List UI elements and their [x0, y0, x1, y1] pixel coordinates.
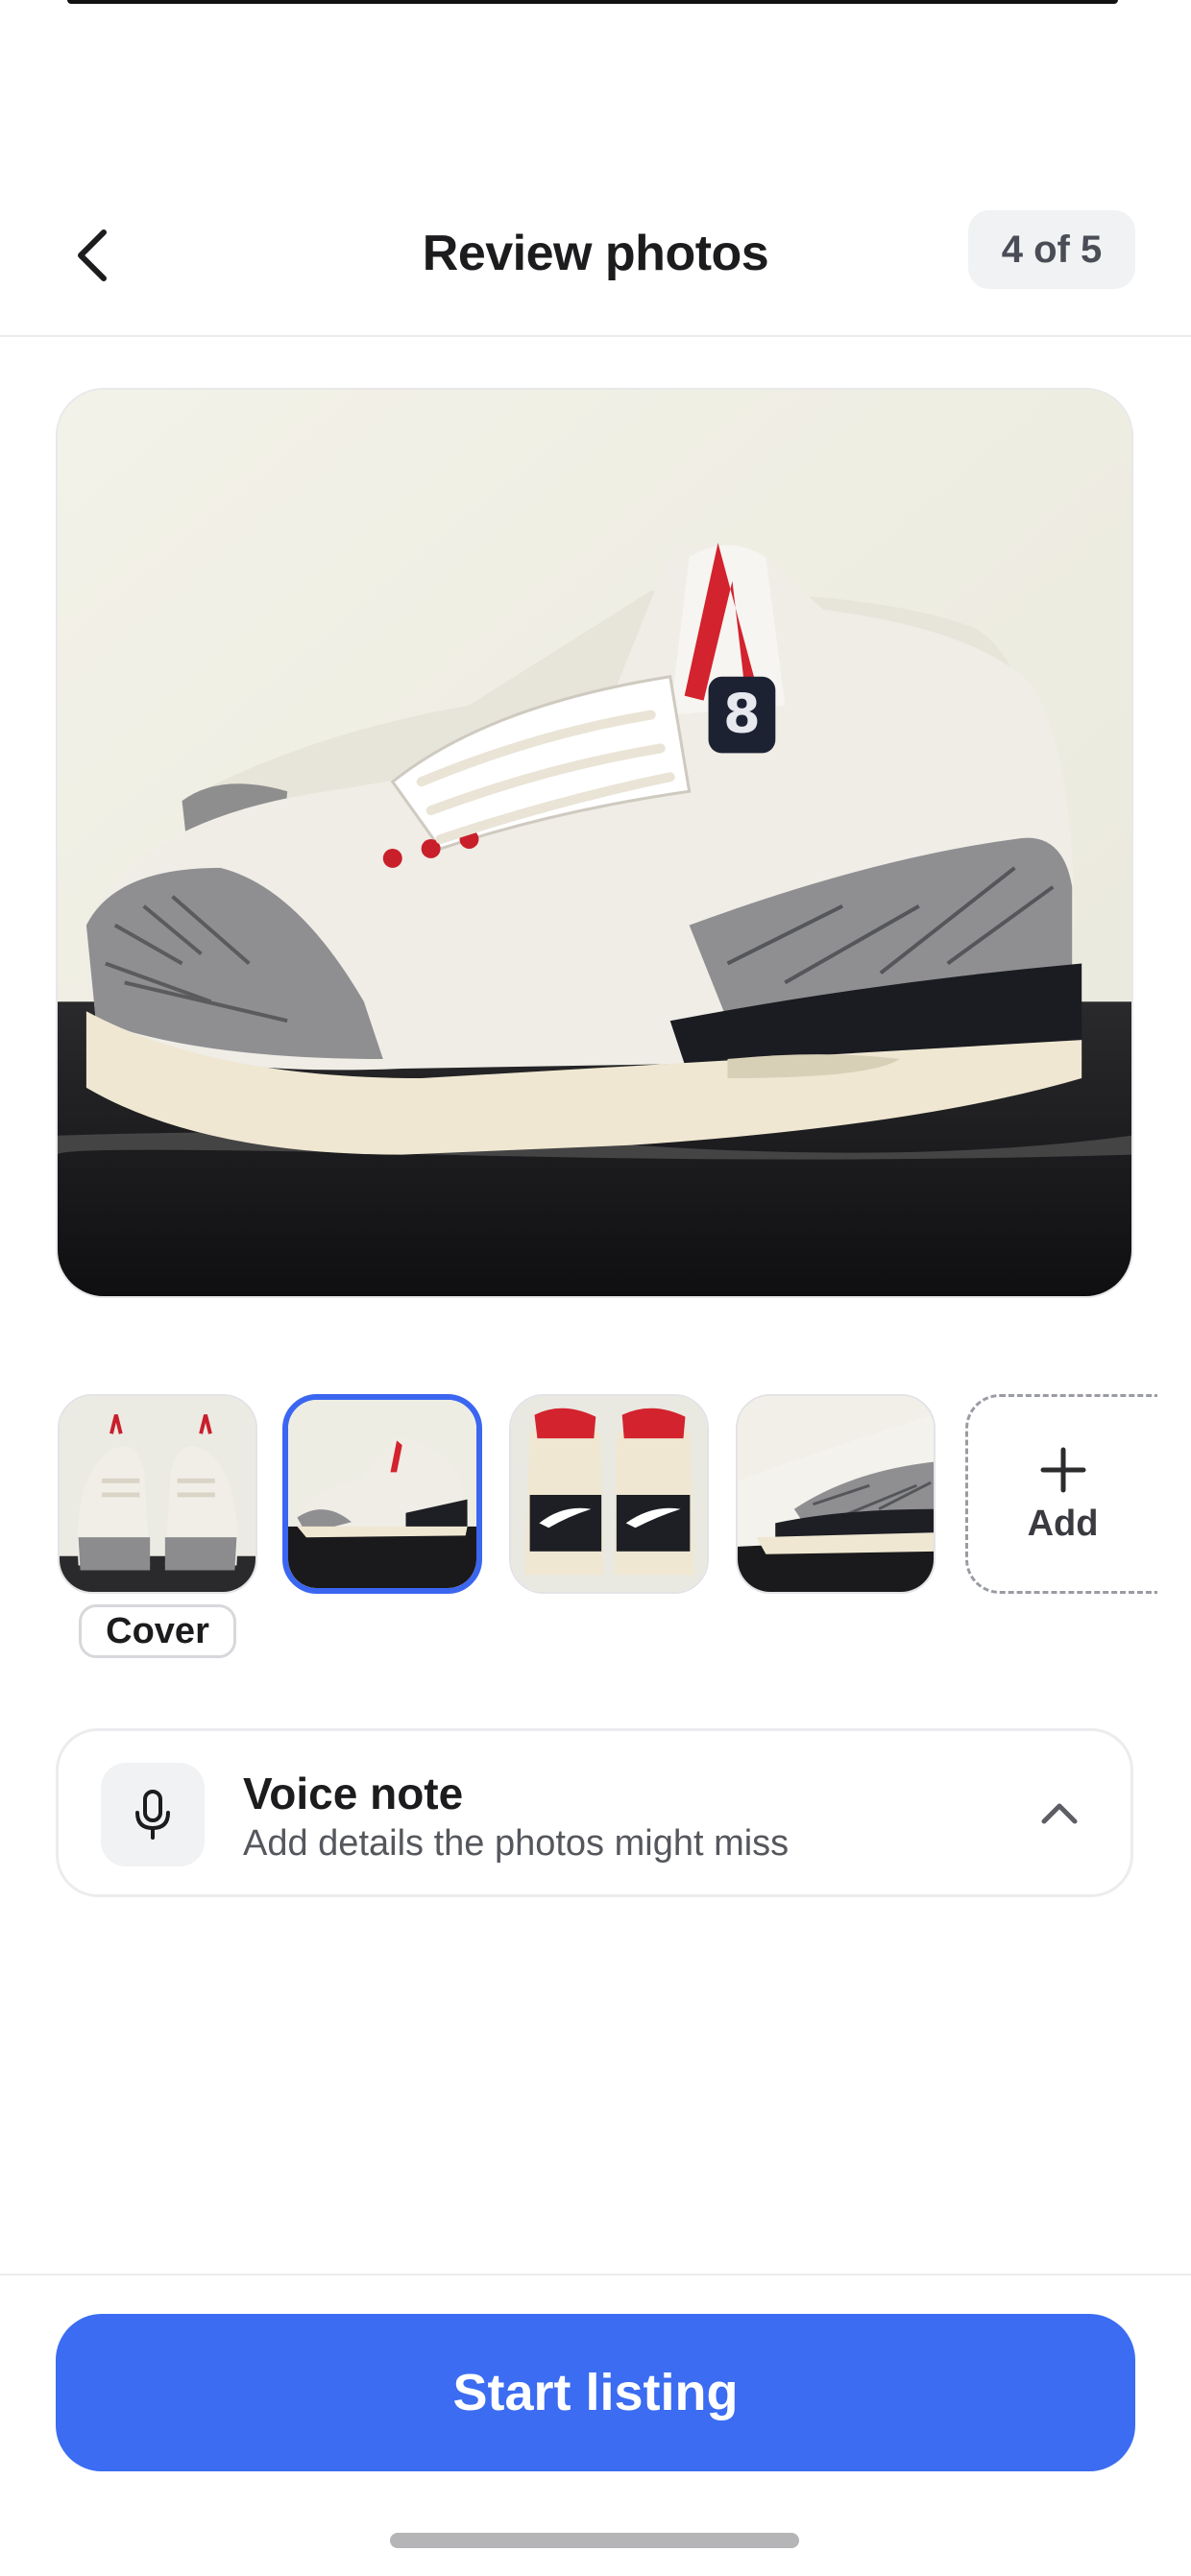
voice-note-card[interactable]: Voice note Add details the photos might …: [56, 1728, 1133, 1897]
voice-note-subtitle: Add details the photos might miss: [243, 1823, 790, 1864]
cover-badge: Cover: [79, 1604, 236, 1658]
header-divider: [0, 335, 1191, 337]
add-photo-label: Add: [1027, 1503, 1099, 1544]
front-view-photo: [60, 1396, 255, 1592]
status-bar-edge: [67, 0, 1118, 4]
thumbnail-4[interactable]: [736, 1394, 936, 1594]
microphone-button[interactable]: [101, 1763, 205, 1866]
add-photo-button[interactable]: Add: [965, 1394, 1157, 1594]
footer-divider: [0, 2274, 1191, 2275]
start-listing-button[interactable]: Start listing: [56, 2314, 1135, 2471]
main-photo-preview[interactable]: 8: [56, 388, 1133, 1298]
photo-thumbnail-strip: Add Cover: [0, 1394, 1191, 1663]
svg-text:8: 8: [723, 684, 761, 746]
home-indicator: [390, 2533, 799, 2548]
thumbnail-3[interactable]: [509, 1394, 709, 1594]
sneaker-side-photo: 8: [58, 390, 1131, 1296]
heel-view-photo: [511, 1396, 707, 1592]
thumbnail-1[interactable]: [58, 1394, 257, 1594]
detail-view-photo: [738, 1396, 934, 1592]
plus-icon: [1040, 1447, 1085, 1492]
thumbnail-2-selected[interactable]: [282, 1394, 482, 1594]
header: Review photos 4 of 5: [0, 192, 1191, 336]
voice-note-title: Voice note: [243, 1769, 464, 1818]
microphone-icon: [135, 1790, 170, 1840]
photo-counter-badge: 4 of 5: [968, 210, 1135, 289]
chevron-up-icon[interactable]: [1033, 1787, 1086, 1841]
side-view-photo: [288, 1400, 476, 1588]
